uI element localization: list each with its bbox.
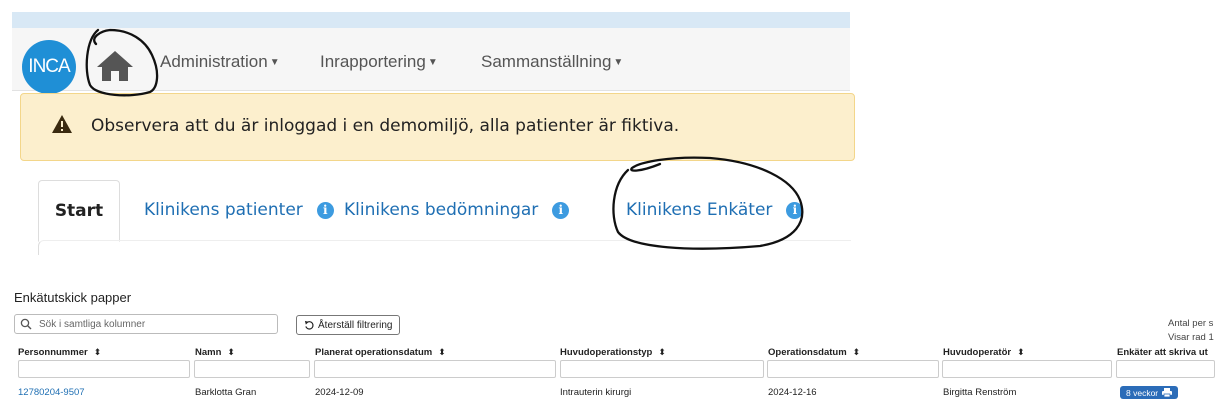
tab-enkater-label: Klinikens Enkäter: [626, 200, 773, 220]
col-personnummer-label: Personnummer: [18, 347, 88, 358]
col-planerat[interactable]: Planerat operationsdatum ⬍: [315, 347, 446, 358]
col-enkater: Enkäter att skriva ut: [1117, 347, 1208, 358]
filter-enkater[interactable]: [1116, 360, 1215, 378]
showing-text: Visar rad 1: [1168, 332, 1214, 343]
search-placeholder: Sök i samtliga kolumner: [39, 319, 146, 330]
search-input[interactable]: Sök i samtliga kolumner: [14, 314, 278, 334]
sort-icon: ⬍: [93, 347, 102, 357]
panel-title: Enkätutskick papper: [14, 290, 132, 305]
warning-icon: [52, 115, 72, 133]
print-survey-label: 8 veckor: [1126, 387, 1159, 398]
top-blue-strip: [12, 12, 850, 28]
col-operator-label: Huvudoperatör: [943, 347, 1012, 358]
bottom-screenshot: Enkätutskick papper Sök i samtliga kolum…: [0, 270, 1215, 414]
tab-klinikens-enkater[interactable]: Klinikens Enkäter i: [626, 180, 804, 240]
col-typ-label: Huvudoperationstyp: [560, 347, 653, 358]
search-icon: [20, 318, 32, 330]
filter-personnummer[interactable]: [18, 360, 190, 378]
info-icon[interactable]: i: [786, 201, 804, 219]
alert-text: Observera att du är inloggad i en demomi…: [91, 116, 680, 136]
tab-klinikens-bedomningar[interactable]: Klinikens bedömningar i: [344, 180, 570, 240]
nav-inrapportering-label: Inrapportering: [320, 52, 426, 71]
info-icon[interactable]: i: [316, 201, 334, 219]
filter-operator[interactable]: [942, 360, 1112, 378]
col-planerat-label: Planerat operationsdatum: [315, 347, 433, 358]
col-enkater-label: Enkäter att skriva ut: [1117, 347, 1208, 358]
sort-icon: ⬍: [227, 347, 235, 357]
sort-icon: ⬍: [658, 347, 666, 357]
chevron-down-icon: ▼: [427, 57, 438, 68]
cell-opdatum: 2024-12-16: [768, 387, 817, 398]
sort-icon: ⬍: [852, 347, 861, 357]
cell-personnummer[interactable]: 12780204-9507: [18, 387, 85, 398]
info-icon[interactable]: i: [552, 201, 570, 219]
sort-icon: ⬍: [1017, 347, 1025, 357]
per-page-text: Antal per s: [1168, 318, 1214, 329]
tab-panel-edge: [38, 240, 851, 255]
filter-namn[interactable]: [194, 360, 310, 378]
filter-planerat[interactable]: [314, 360, 556, 378]
tab-klinikens-patienter[interactable]: Klinikens patienter i: [144, 180, 334, 240]
reset-filter-button[interactable]: Återställ filtrering: [296, 315, 401, 335]
col-huvudoperationstyp[interactable]: Huvudoperationstyp ⬍: [560, 347, 666, 358]
demo-alert: Observera att du är inloggad i en demomi…: [20, 93, 855, 161]
col-namn-label: Namn: [195, 347, 222, 358]
chevron-down-icon: ▼: [269, 57, 280, 68]
nav-inrapportering[interactable]: Inrapportering ▼: [320, 52, 438, 72]
tab-start[interactable]: Start: [38, 180, 120, 242]
print-survey-button[interactable]: 8 veckor: [1120, 386, 1179, 399]
cell-planerat: 2024-12-09: [315, 387, 364, 398]
col-operationsdatum[interactable]: Operationsdatum ⬍: [768, 347, 860, 358]
inca-logo[interactable]: INCA: [22, 40, 76, 94]
cell-namn: Barklotta Gran: [195, 387, 257, 398]
sort-icon: ⬍: [438, 347, 446, 357]
home-button[interactable]: [90, 44, 140, 88]
nav-administration-label: Administration: [160, 52, 268, 71]
col-personnummer[interactable]: Personnummer ⬍: [18, 347, 101, 358]
reset-filter-label: Återställ filtrering: [318, 319, 393, 331]
tab-bar: Start Klinikens patienter i Klinikens be…: [38, 180, 850, 242]
filter-typ[interactable]: [560, 360, 764, 378]
col-huvudoperator[interactable]: Huvudoperatör ⬍: [943, 347, 1025, 358]
nav-sammanstallning-label: Sammanställning: [481, 52, 612, 71]
tab-bedomningar-label: Klinikens bedömningar: [344, 200, 539, 220]
reset-icon: [304, 320, 314, 330]
col-opdatum-label: Operationsdatum: [768, 347, 847, 358]
cell-typ: Intrauterin kirurgi: [560, 387, 632, 398]
tab-start-label: Start: [54, 201, 104, 221]
chevron-down-icon: ▼: [613, 57, 624, 68]
tab-patienter-label: Klinikens patienter: [144, 200, 303, 220]
col-namn[interactable]: Namn ⬍: [195, 347, 235, 358]
nav-sammanstallning[interactable]: Sammanställning ▼: [481, 52, 623, 72]
home-icon: [97, 51, 133, 81]
print-icon: [1162, 388, 1173, 397]
cell-operator: Birgitta Renström: [943, 387, 1017, 398]
filter-opdatum[interactable]: [767, 360, 939, 378]
nav-administration[interactable]: Administration ▼: [160, 52, 280, 72]
